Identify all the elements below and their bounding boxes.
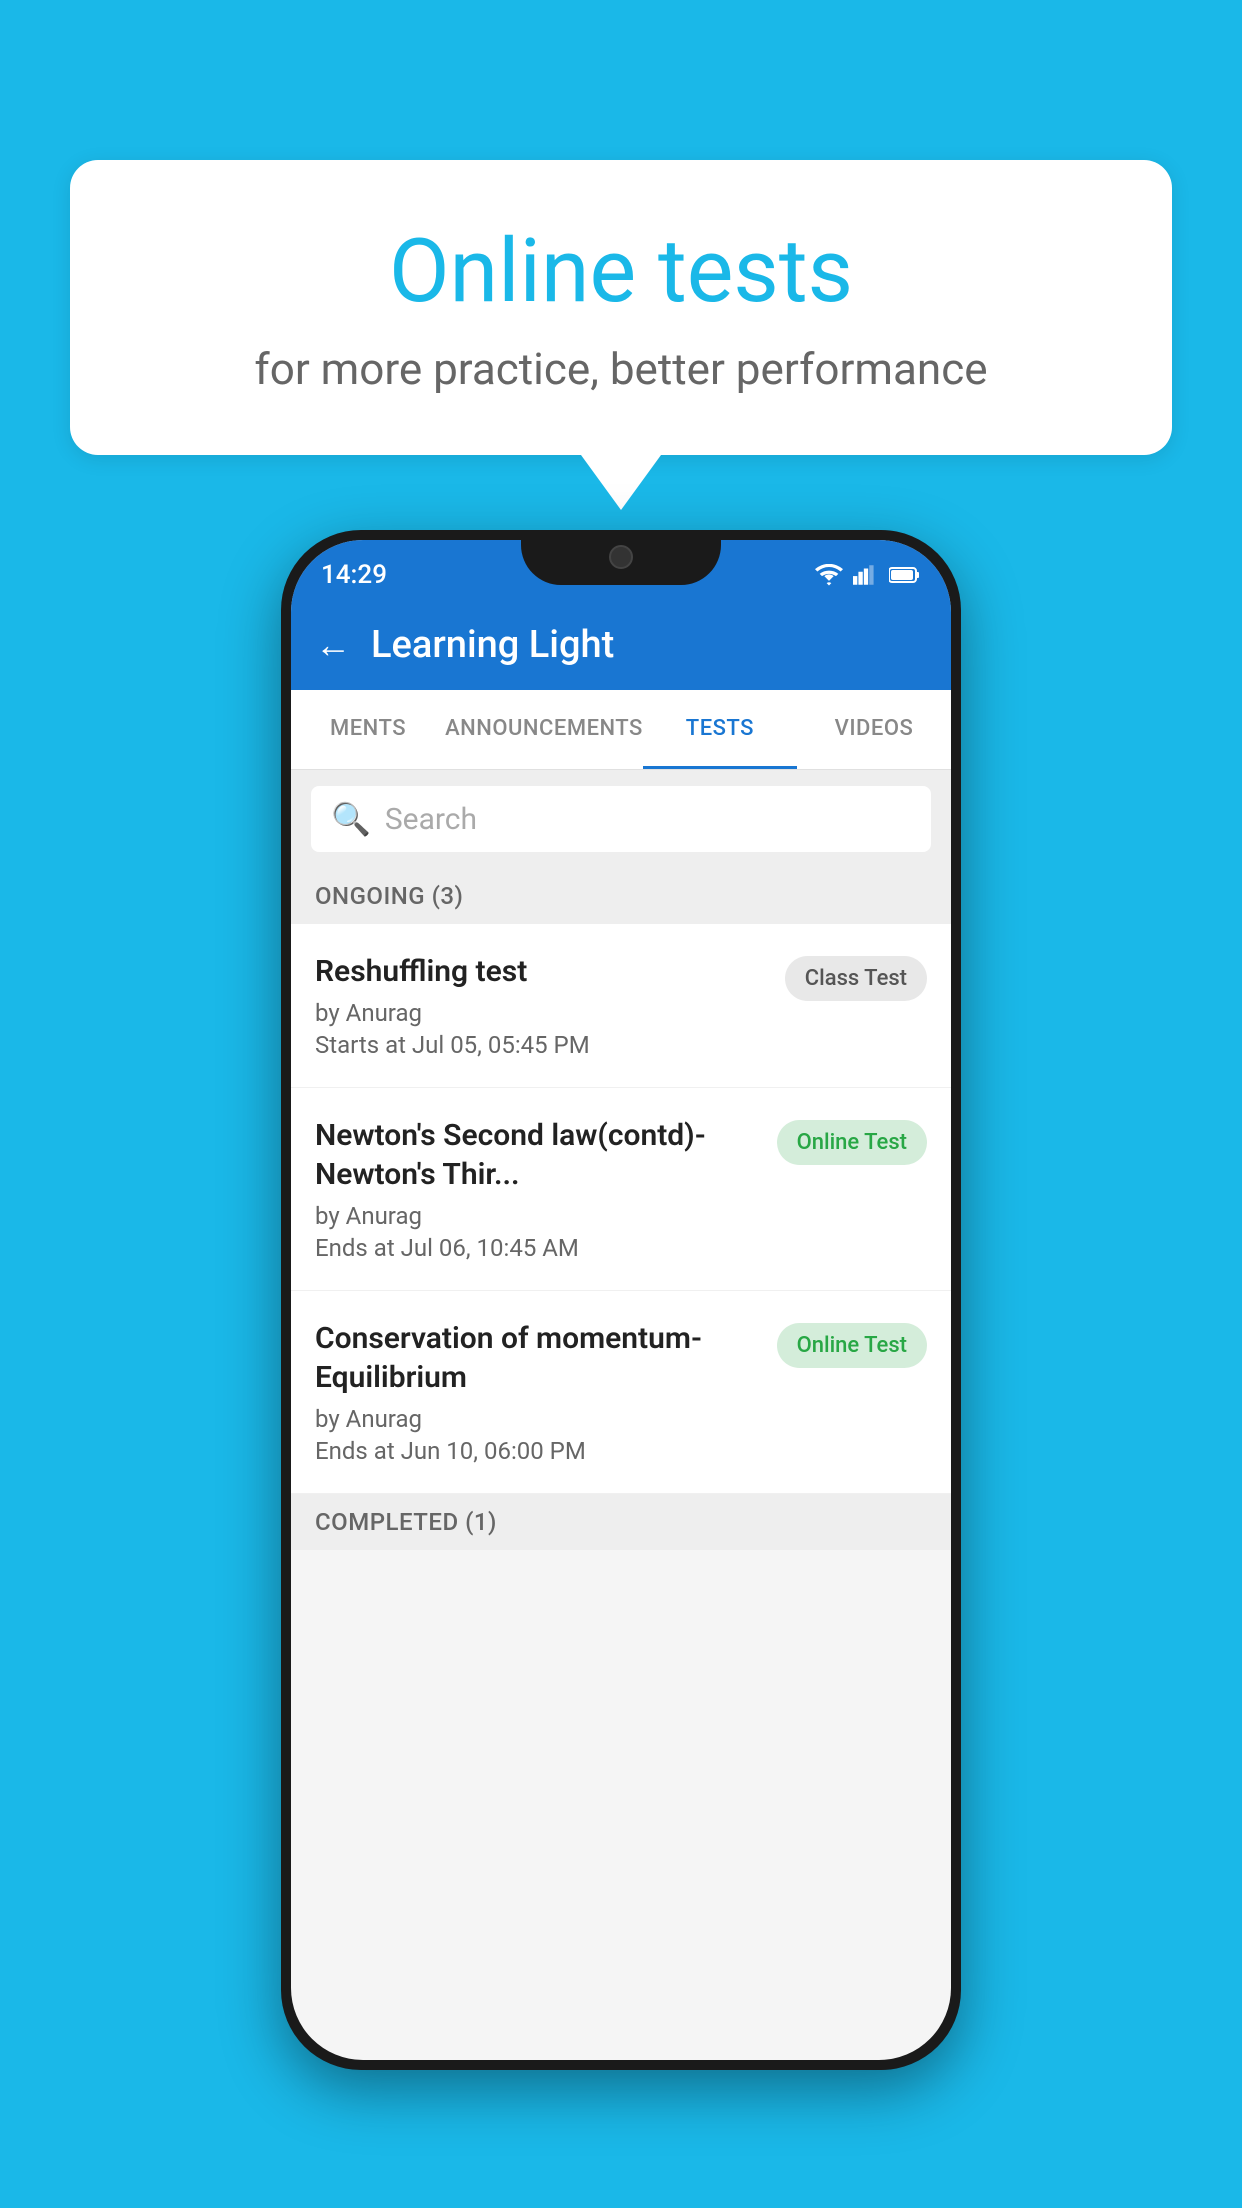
status-icons xyxy=(815,564,921,586)
test-name-3: Conservation of momentum-Equilibrium xyxy=(315,1319,761,1397)
speech-bubble-section: Online tests for more practice, better p… xyxy=(70,160,1172,510)
front-camera xyxy=(609,545,633,569)
phone-notch xyxy=(521,530,721,585)
test-time-1: Starts at Jul 05, 05:45 PM xyxy=(315,1031,769,1059)
tab-tests[interactable]: TESTS xyxy=(643,690,797,769)
status-time: 14:29 xyxy=(321,560,387,590)
speech-bubble: Online tests for more practice, better p… xyxy=(70,160,1172,455)
test-item-2[interactable]: Newton's Second law(contd)-Newton's Thir… xyxy=(291,1088,951,1291)
test-by-2: by Anurag xyxy=(315,1202,761,1230)
speech-bubble-subtitle: for more practice, better performance xyxy=(150,343,1092,395)
signal-icon xyxy=(853,564,879,586)
test-item-3[interactable]: Conservation of momentum-Equilibrium by … xyxy=(291,1291,951,1494)
test-badge-2: Online Test xyxy=(777,1120,927,1165)
completed-section-header: COMPLETED (1) xyxy=(291,1494,951,1550)
ongoing-section-header: ONGOING (3) xyxy=(291,868,951,924)
speech-bubble-tail xyxy=(581,455,661,510)
app-bar-title: Learning Light xyxy=(371,623,614,667)
test-badge-3: Online Test xyxy=(777,1323,927,1368)
test-name-1: Reshuffling test xyxy=(315,952,769,991)
phone-wrapper: 14:29 xyxy=(281,530,961,2070)
wifi-icon xyxy=(815,564,843,586)
tab-videos[interactable]: VIDEOS xyxy=(797,690,951,769)
battery-icon xyxy=(889,566,921,584)
test-name-2: Newton's Second law(contd)-Newton's Thir… xyxy=(315,1116,761,1194)
test-badge-1: Class Test xyxy=(785,956,927,1001)
test-by-1: by Anurag xyxy=(315,999,769,1027)
phone-screen: 14:29 xyxy=(291,540,951,2060)
speech-bubble-title: Online tests xyxy=(150,220,1092,323)
test-by-3: by Anurag xyxy=(315,1405,761,1433)
test-info-3: Conservation of momentum-Equilibrium by … xyxy=(315,1319,761,1465)
back-button[interactable]: ← xyxy=(315,624,351,666)
test-time-2: Ends at Jul 06, 10:45 AM xyxy=(315,1234,761,1262)
test-list: Reshuffling test by Anurag Starts at Jul… xyxy=(291,924,951,1494)
search-container: 🔍 Search xyxy=(291,770,951,868)
app-bar: ← Learning Light xyxy=(291,600,951,690)
tab-announcements[interactable]: ANNOUNCEMENTS xyxy=(445,690,643,769)
search-bar[interactable]: 🔍 Search xyxy=(311,786,931,852)
phone-frame: 14:29 xyxy=(281,530,961,2070)
test-time-3: Ends at Jun 10, 06:00 PM xyxy=(315,1437,761,1465)
search-icon: 🔍 xyxy=(331,800,371,838)
tab-ments[interactable]: MENTS xyxy=(291,690,445,769)
tabs-container: MENTS ANNOUNCEMENTS TESTS VIDEOS xyxy=(291,690,951,770)
test-info-2: Newton's Second law(contd)-Newton's Thir… xyxy=(315,1116,761,1262)
test-info-1: Reshuffling test by Anurag Starts at Jul… xyxy=(315,952,769,1059)
test-item-1[interactable]: Reshuffling test by Anurag Starts at Jul… xyxy=(291,924,951,1088)
search-input[interactable]: Search xyxy=(385,802,477,837)
